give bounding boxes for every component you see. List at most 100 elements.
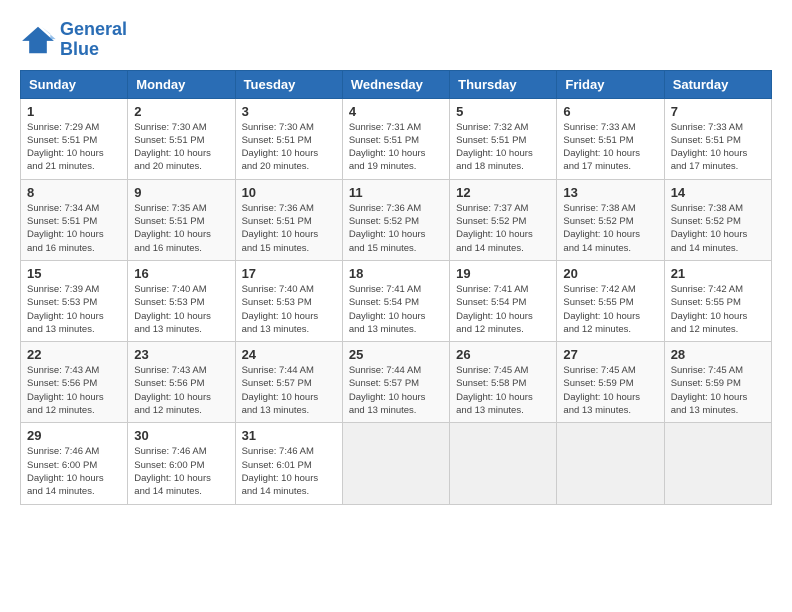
day-number: 17 [242,266,336,281]
calendar-cell: 27 Sunrise: 7:45 AM Sunset: 5:59 PM Dayli… [557,342,664,423]
calendar-cell: 29 Sunrise: 7:46 AM Sunset: 6:00 PM Dayli… [21,423,128,504]
calendar-cell: 21 Sunrise: 7:42 AM Sunset: 5:55 PM Dayli… [664,260,771,341]
day-info: Sunrise: 7:45 AM Sunset: 5:59 PM Dayligh… [563,364,657,417]
calendar-cell: 17 Sunrise: 7:40 AM Sunset: 5:53 PM Dayli… [235,260,342,341]
day-number: 8 [27,185,121,200]
day-info: Sunrise: 7:30 AM Sunset: 5:51 PM Dayligh… [242,121,336,174]
week-row-4: 22Sunrise: 7:43 AM Sunset: 5:56 PM Dayli… [21,342,772,423]
day-info: Sunrise: 7:38 AM Sunset: 5:52 PM Dayligh… [671,202,765,255]
calendar-cell: 22Sunrise: 7:43 AM Sunset: 5:56 PM Dayli… [21,342,128,423]
day-number: 11 [349,185,443,200]
day-info: Sunrise: 7:44 AM Sunset: 5:57 PM Dayligh… [349,364,443,417]
day-info: Sunrise: 7:46 AM Sunset: 6:00 PM Dayligh… [134,445,228,498]
day-number: 2 [134,104,228,119]
day-number: 6 [563,104,657,119]
day-info: Sunrise: 7:45 AM Sunset: 5:58 PM Dayligh… [456,364,550,417]
day-info: Sunrise: 7:45 AM Sunset: 5:59 PM Dayligh… [671,364,765,417]
calendar-cell: 11Sunrise: 7:36 AM Sunset: 5:52 PM Dayli… [342,179,449,260]
day-number: 9 [134,185,228,200]
day-info: Sunrise: 7:32 AM Sunset: 5:51 PM Dayligh… [456,121,550,174]
day-info: Sunrise: 7:43 AM Sunset: 5:56 PM Dayligh… [27,364,121,417]
calendar-cell: 24Sunrise: 7:44 AM Sunset: 5:57 PM Dayli… [235,342,342,423]
day-number: 29 [27,428,121,443]
calendar-cell: 30Sunrise: 7:46 AM Sunset: 6:00 PM Dayli… [128,423,235,504]
calendar-cell: 31 Sunrise: 7:46 AM Sunset: 6:01 PM Dayli… [235,423,342,504]
day-info: Sunrise: 7:34 AM Sunset: 5:51 PM Dayligh… [27,202,121,255]
day-number: 13 [563,185,657,200]
day-info: Sunrise: 7:40 AM Sunset: 5:53 PM Dayligh… [134,283,228,336]
calendar-cell [342,423,449,504]
day-number: 19 [456,266,550,281]
calendar-cell: 14 Sunrise: 7:38 AM Sunset: 5:52 PM Dayli… [664,179,771,260]
day-info: Sunrise: 7:40 AM Sunset: 5:53 PM Dayligh… [242,283,336,336]
day-number: 18 [349,266,443,281]
header-monday: Monday [128,70,235,98]
calendar-cell: 15Sunrise: 7:39 AM Sunset: 5:53 PM Dayli… [21,260,128,341]
day-info: Sunrise: 7:46 AM Sunset: 6:01 PM Dayligh… [242,445,336,498]
day-info: Sunrise: 7:33 AM Sunset: 5:51 PM Dayligh… [563,121,657,174]
calendar-header-row: SundayMondayTuesdayWednesdayThursdayFrid… [21,70,772,98]
calendar-cell: 20 Sunrise: 7:42 AM Sunset: 5:55 PM Dayli… [557,260,664,341]
calendar-cell: 8 Sunrise: 7:34 AM Sunset: 5:51 PM Daylig… [21,179,128,260]
calendar-table: SundayMondayTuesdayWednesdayThursdayFrid… [20,70,772,505]
day-number: 5 [456,104,550,119]
header-sunday: Sunday [21,70,128,98]
calendar-cell: 25 Sunrise: 7:44 AM Sunset: 5:57 PM Dayli… [342,342,449,423]
logo-text: General Blue [60,20,127,60]
day-info: Sunrise: 7:42 AM Sunset: 5:55 PM Dayligh… [671,283,765,336]
calendar-cell: 6 Sunrise: 7:33 AM Sunset: 5:51 PM Daylig… [557,98,664,179]
calendar-cell [557,423,664,504]
week-row-3: 15Sunrise: 7:39 AM Sunset: 5:53 PM Dayli… [21,260,772,341]
header-friday: Friday [557,70,664,98]
day-info: Sunrise: 7:42 AM Sunset: 5:55 PM Dayligh… [563,283,657,336]
day-info: Sunrise: 7:30 AM Sunset: 5:51 PM Dayligh… [134,121,228,174]
page-header: General Blue [20,20,772,60]
header-wednesday: Wednesday [342,70,449,98]
day-number: 25 [349,347,443,362]
day-number: 31 [242,428,336,443]
day-number: 10 [242,185,336,200]
day-info: Sunrise: 7:33 AM Sunset: 5:51 PM Dayligh… [671,121,765,174]
day-info: Sunrise: 7:38 AM Sunset: 5:52 PM Dayligh… [563,202,657,255]
logo: General Blue [20,20,127,60]
day-info: Sunrise: 7:44 AM Sunset: 5:57 PM Dayligh… [242,364,336,417]
calendar-cell [664,423,771,504]
calendar-cell: 12 Sunrise: 7:37 AM Sunset: 5:52 PM Dayli… [450,179,557,260]
day-info: Sunrise: 7:46 AM Sunset: 6:00 PM Dayligh… [27,445,121,498]
calendar-cell: 13 Sunrise: 7:38 AM Sunset: 5:52 PM Dayli… [557,179,664,260]
day-info: Sunrise: 7:41 AM Sunset: 5:54 PM Dayligh… [349,283,443,336]
day-info: Sunrise: 7:39 AM Sunset: 5:53 PM Dayligh… [27,283,121,336]
day-number: 20 [563,266,657,281]
day-number: 14 [671,185,765,200]
calendar-cell: 2 Sunrise: 7:30 AM Sunset: 5:51 PM Daylig… [128,98,235,179]
day-info: Sunrise: 7:35 AM Sunset: 5:51 PM Dayligh… [134,202,228,255]
day-info: Sunrise: 7:29 AM Sunset: 5:51 PM Dayligh… [27,121,121,174]
day-number: 21 [671,266,765,281]
calendar-cell: 10 Sunrise: 7:36 AM Sunset: 5:51 PM Dayli… [235,179,342,260]
calendar-cell: 28 Sunrise: 7:45 AM Sunset: 5:59 PM Dayli… [664,342,771,423]
day-number: 3 [242,104,336,119]
day-number: 26 [456,347,550,362]
calendar-cell: 26 Sunrise: 7:45 AM Sunset: 5:58 PM Dayli… [450,342,557,423]
calendar-cell: 19 Sunrise: 7:41 AM Sunset: 5:54 PM Dayli… [450,260,557,341]
day-info: Sunrise: 7:31 AM Sunset: 5:51 PM Dayligh… [349,121,443,174]
day-number: 7 [671,104,765,119]
calendar-cell: 1Sunrise: 7:29 AM Sunset: 5:51 PM Daylig… [21,98,128,179]
day-number: 23 [134,347,228,362]
day-number: 12 [456,185,550,200]
day-info: Sunrise: 7:37 AM Sunset: 5:52 PM Dayligh… [456,202,550,255]
calendar-cell: 23 Sunrise: 7:43 AM Sunset: 5:56 PM Dayli… [128,342,235,423]
calendar-cell: 18 Sunrise: 7:41 AM Sunset: 5:54 PM Dayli… [342,260,449,341]
day-number: 27 [563,347,657,362]
calendar-cell: 5 Sunrise: 7:32 AM Sunset: 5:51 PM Daylig… [450,98,557,179]
week-row-2: 8 Sunrise: 7:34 AM Sunset: 5:51 PM Daylig… [21,179,772,260]
logo-icon [20,25,56,55]
header-thursday: Thursday [450,70,557,98]
day-info: Sunrise: 7:36 AM Sunset: 5:51 PM Dayligh… [242,202,336,255]
week-row-5: 29 Sunrise: 7:46 AM Sunset: 6:00 PM Dayli… [21,423,772,504]
calendar-cell: 3 Sunrise: 7:30 AM Sunset: 5:51 PM Daylig… [235,98,342,179]
calendar-cell [450,423,557,504]
day-info: Sunrise: 7:41 AM Sunset: 5:54 PM Dayligh… [456,283,550,336]
day-number: 28 [671,347,765,362]
day-info: Sunrise: 7:43 AM Sunset: 5:56 PM Dayligh… [134,364,228,417]
